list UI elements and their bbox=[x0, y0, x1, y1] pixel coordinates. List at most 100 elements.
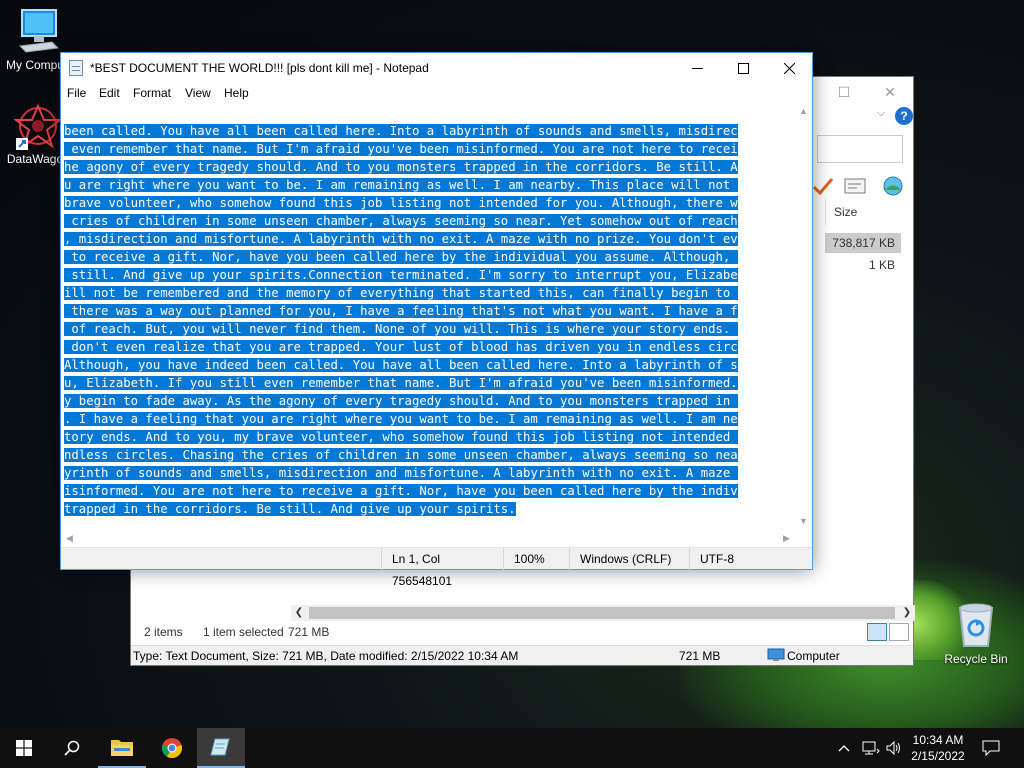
scroll-down-icon[interactable]: ▼ bbox=[795, 513, 812, 530]
text-line[interactable]: u are right where you want to be. I am r… bbox=[64, 176, 792, 194]
minimize-icon bbox=[691, 67, 703, 69]
checkmark-icon[interactable] bbox=[811, 175, 835, 197]
selected-text: Although, you have indeed been called. Y… bbox=[64, 358, 738, 372]
menu-format[interactable]: Format bbox=[133, 86, 171, 100]
text-line[interactable]: , misdirection and misfortune. A labyrin… bbox=[64, 230, 792, 248]
zoom-level: 100% bbox=[503, 548, 553, 570]
text-line[interactable]: Although, you have indeed been called. Y… bbox=[64, 356, 792, 374]
scroll-right-icon[interactable]: ❯ bbox=[899, 605, 915, 621]
text-line[interactable]: cries of children in some unseen chamber… bbox=[64, 212, 792, 230]
large-icons-view-button[interactable] bbox=[889, 623, 909, 641]
scroll-left-icon[interactable]: ❮ bbox=[291, 605, 307, 621]
scroll-right-icon[interactable]: ▶ bbox=[778, 530, 795, 547]
taskbar-chrome[interactable] bbox=[148, 728, 196, 768]
menu-bar: File Edit Format View Help bbox=[61, 83, 812, 103]
scroll-up-icon[interactable]: ▲ bbox=[795, 103, 812, 120]
action-center-button[interactable] bbox=[982, 728, 1000, 768]
selection-size: 721 MB bbox=[288, 625, 330, 639]
selected-text: tory ends. And to you, my brave voluntee… bbox=[64, 430, 738, 444]
selected-text: brave volunteer, who somehow found this … bbox=[64, 196, 738, 210]
maximize-icon[interactable]: ☐ bbox=[821, 77, 867, 107]
file-details-size: 721 MB bbox=[679, 649, 721, 663]
text-line[interactable]: ndless circles. Chasing the cries of chi… bbox=[64, 446, 792, 464]
text-line[interactable]: ill not be remembered and the memory of … bbox=[64, 284, 792, 302]
file-details-info: Type: Text Document, Size: 721 MB, Date … bbox=[133, 649, 519, 663]
menu-edit[interactable]: Edit bbox=[99, 86, 120, 100]
search-box[interactable] bbox=[817, 135, 903, 163]
encoding: UTF-8 bbox=[689, 548, 811, 570]
text-line[interactable]: y begin to fade away. As the agony of ev… bbox=[64, 392, 792, 410]
text-line[interactable]: of reach. But, you will never find them.… bbox=[64, 320, 792, 338]
details-view-button[interactable] bbox=[867, 623, 887, 641]
minimize-button[interactable] bbox=[674, 53, 720, 83]
text-line[interactable]: trapped in the corridors. Be still. And … bbox=[64, 500, 792, 518]
menu-file[interactable]: File bbox=[67, 86, 86, 100]
selected-text: ill not be remembered and the memory of … bbox=[64, 286, 738, 300]
document-text[interactable]: been called. You have all been called he… bbox=[64, 122, 792, 522]
clock-date: 2/15/2022 bbox=[911, 749, 965, 763]
text-line[interactable]: yrinth of sounds and smells, misdirectio… bbox=[64, 464, 792, 482]
chrome-icon bbox=[161, 738, 182, 759]
ribbon-expand-chevron-icon[interactable]: ⌵ bbox=[877, 107, 885, 120]
computer-icon bbox=[767, 646, 785, 666]
selected-text: . I have a feeling that you are right wh… bbox=[64, 412, 738, 426]
start-button[interactable] bbox=[0, 728, 48, 768]
close-icon[interactable]: ✕ bbox=[867, 77, 913, 107]
text-line[interactable]: been called. You have all been called he… bbox=[64, 122, 792, 140]
scroll-left-icon[interactable]: ◀ bbox=[61, 530, 78, 547]
notepad-status-bar: Ln 1, Col 756548101 100% Windows (CRLF) … bbox=[61, 547, 812, 588]
text-line[interactable]: don't even realize that you are trapped.… bbox=[64, 338, 792, 356]
selected-text: isinformed. You are not here to receive … bbox=[64, 484, 738, 498]
taskbar-clock[interactable]: 10:34 AM 2/15/2022 bbox=[900, 732, 976, 764]
window-title: *BEST DOCUMENT THE WORLD!!! [pls dont ki… bbox=[90, 61, 429, 75]
selected-text: been called. You have all been called he… bbox=[64, 124, 738, 138]
desktop-icon-recycle-bin[interactable]: Recycle Bin bbox=[940, 602, 1012, 666]
network-globe-icon[interactable] bbox=[881, 175, 905, 197]
text-line[interactable]: . I have a feeling that you are right wh… bbox=[64, 410, 792, 428]
selected-text: to receive a gift. Nor, have you been ca… bbox=[64, 250, 738, 264]
notification-icon bbox=[982, 740, 1000, 756]
text-line[interactable]: even remember that name. But I'm afraid … bbox=[64, 140, 792, 158]
selected-text: of reach. But, you will never find them.… bbox=[64, 322, 738, 336]
horizontal-scrollbar[interactable]: ❮ ❯ bbox=[291, 605, 915, 621]
recycle-bin-icon bbox=[958, 603, 994, 647]
selected-text: trapped in the corridors. Be still. And … bbox=[64, 502, 516, 516]
help-icon[interactable]: ? bbox=[895, 107, 913, 125]
properties-card-icon[interactable] bbox=[843, 175, 867, 197]
menu-view[interactable]: View bbox=[185, 86, 211, 100]
text-line[interactable]: u, Elizabeth. If you still even remember… bbox=[64, 374, 792, 392]
text-line[interactable]: he agony of every tragedy should. And to… bbox=[64, 158, 792, 176]
notepad-icon bbox=[69, 60, 83, 76]
scrollbar-thumb[interactable] bbox=[309, 607, 895, 619]
selected-text: yrinth of sounds and smells, misdirectio… bbox=[64, 466, 738, 480]
network-button[interactable] bbox=[862, 728, 880, 768]
datawago-logo-icon bbox=[14, 104, 62, 150]
selected-text: , misdirection and misfortune. A labyrin… bbox=[64, 232, 738, 246]
column-header-size[interactable]: Size bbox=[825, 199, 905, 225]
title-bar[interactable]: *BEST DOCUMENT THE WORLD!!! [pls dont ki… bbox=[61, 53, 812, 83]
vertical-scrollbar[interactable]: ▲ ▼ bbox=[795, 103, 812, 530]
text-line[interactable]: brave volunteer, who somehow found this … bbox=[64, 194, 792, 212]
text-editor-area[interactable]: been called. You have all been called he… bbox=[61, 103, 812, 530]
view-mode-buttons bbox=[867, 623, 911, 644]
text-line[interactable]: tory ends. And to you, my brave voluntee… bbox=[64, 428, 792, 446]
text-line[interactable]: there was a way out planned for you, I h… bbox=[64, 302, 792, 320]
horizontal-scrollbar[interactable]: ◀ ▶ bbox=[61, 530, 795, 547]
text-line[interactable]: isinformed. You are not here to receive … bbox=[64, 482, 792, 500]
taskbar-file-explorer[interactable] bbox=[98, 728, 146, 768]
file-details-location: Computer bbox=[787, 649, 840, 663]
menu-help[interactable]: Help bbox=[224, 86, 249, 100]
text-line[interactable]: to receive a gift. Nor, have you been ca… bbox=[64, 248, 792, 266]
explorer-status-bar: 2 items 1 item selected 721 MB bbox=[131, 621, 913, 643]
details-bar: Type: Text Document, Size: 721 MB, Date … bbox=[131, 645, 913, 665]
taskbar-notepad[interactable] bbox=[197, 728, 245, 768]
show-hidden-icons-button[interactable] bbox=[838, 728, 850, 768]
file-size-cell[interactable]: 1 KB bbox=[825, 255, 901, 275]
close-button[interactable] bbox=[766, 53, 812, 83]
file-size-cell[interactable]: 738,817 KB bbox=[825, 233, 901, 253]
maximize-button[interactable] bbox=[720, 53, 766, 83]
text-line[interactable]: still. And give up your spirits.Connecti… bbox=[64, 266, 792, 284]
selected-text: even remember that name. But I'm afraid … bbox=[64, 142, 738, 156]
maximize-icon bbox=[737, 62, 749, 74]
search-button[interactable] bbox=[48, 728, 96, 768]
